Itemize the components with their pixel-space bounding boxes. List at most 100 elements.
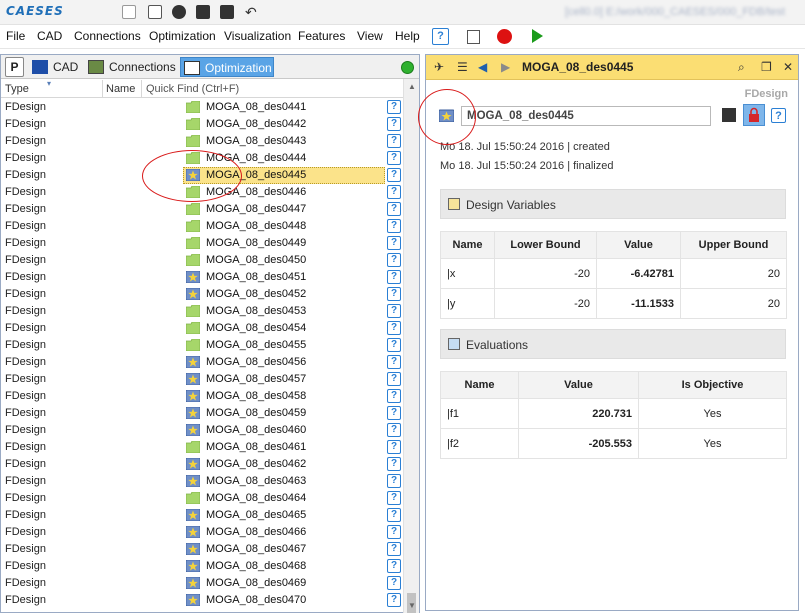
- undo-icon[interactable]: ↶: [245, 5, 259, 19]
- row-help-icon[interactable]: ?: [387, 440, 401, 454]
- list-item[interactable]: FDesign MOGA_08_des0458?: [1, 388, 403, 405]
- run-icon[interactable]: [532, 29, 543, 43]
- column-divider[interactable]: [141, 80, 142, 98]
- list-item[interactable]: FDesign MOGA_08_des0459?: [1, 405, 403, 422]
- row-help-icon[interactable]: ?: [387, 576, 401, 590]
- list-item[interactable]: FDesign MOGA_08_des0468?: [1, 558, 403, 575]
- row-help-icon[interactable]: ?: [387, 423, 401, 437]
- scroll-down-icon[interactable]: ▼: [408, 601, 416, 610]
- list-item[interactable]: FDesign MOGA_08_des0457?: [1, 371, 403, 388]
- pin-icon[interactable]: ✈: [434, 60, 444, 74]
- menu-optimization[interactable]: Optimization: [149, 29, 216, 43]
- row-help-icon[interactable]: ?: [387, 457, 401, 471]
- row-help-icon[interactable]: ?: [387, 542, 401, 556]
- list-item[interactable]: FDesign MOGA_08_des0441?: [1, 99, 403, 116]
- table-row[interactable]: |f2 -205.553 Yes: [440, 428, 787, 459]
- row-help-icon[interactable]: ?: [387, 406, 401, 420]
- list-item[interactable]: FDesign MOGA_08_des0453?: [1, 303, 403, 320]
- menu-help[interactable]: Help: [395, 29, 420, 43]
- list-item[interactable]: FDesign MOGA_08_des0452?: [1, 286, 403, 303]
- row-help-icon[interactable]: ?: [387, 559, 401, 573]
- save-icon[interactable]: [722, 108, 736, 122]
- close-icon[interactable]: ✕: [783, 60, 793, 74]
- tab-optimization[interactable]: Optimization: [180, 57, 274, 77]
- list-item[interactable]: FDesign MOGA_08_des0462?: [1, 456, 403, 473]
- help-icon[interactable]: ?: [432, 28, 449, 45]
- list-item[interactable]: FDesign MOGA_08_des0450?: [1, 252, 403, 269]
- stop-icon[interactable]: [497, 29, 512, 44]
- menu-features[interactable]: Features: [298, 29, 345, 43]
- row-help-icon[interactable]: ?: [387, 389, 401, 403]
- evaluations-section[interactable]: Evaluations: [440, 329, 786, 359]
- forward-icon[interactable]: ▶: [501, 60, 510, 74]
- list-item[interactable]: FDesign MOGA_08_des0466?: [1, 524, 403, 541]
- row-help-icon[interactable]: ?: [387, 474, 401, 488]
- quick-find[interactable]: Quick Find (Ctrl+F): [146, 83, 239, 95]
- menu-view[interactable]: View: [357, 29, 383, 43]
- row-help-icon[interactable]: ?: [387, 355, 401, 369]
- copy-icon[interactable]: [467, 30, 480, 44]
- row-help-icon[interactable]: ?: [387, 593, 401, 607]
- col-type[interactable]: Type: [5, 83, 29, 95]
- list-item[interactable]: FDesign MOGA_08_des0447?: [1, 201, 403, 218]
- design-name-input[interactable]: [461, 106, 711, 126]
- row-help-icon[interactable]: ?: [387, 168, 401, 182]
- list-item[interactable]: FDesign MOGA_08_des0470?: [1, 592, 403, 609]
- lock-button[interactable]: [743, 104, 765, 126]
- list-item[interactable]: FDesign MOGA_08_des0444?: [1, 150, 403, 167]
- row-help-icon[interactable]: ?: [387, 219, 401, 233]
- list-item[interactable]: FDesign MOGA_08_des0467?: [1, 541, 403, 558]
- list-item[interactable]: FDesign MOGA_08_des0455?: [1, 337, 403, 354]
- row-help-icon[interactable]: ?: [387, 202, 401, 216]
- tab-p[interactable]: P: [5, 57, 24, 77]
- scroll-up-icon[interactable]: ▲: [408, 82, 416, 91]
- list-item[interactable]: FDesign MOGA_08_des0465?: [1, 507, 403, 524]
- table-row[interactable]: |x -20 -6.42781 20: [440, 258, 787, 289]
- menu-connections[interactable]: Connections: [74, 29, 141, 43]
- list-item[interactable]: FDesign MOGA_08_des0460?: [1, 422, 403, 439]
- menu-file[interactable]: File: [6, 29, 25, 43]
- search-icon[interactable]: ⌕: [738, 60, 745, 75]
- list-item[interactable]: FDesign MOGA_08_des0451?: [1, 269, 403, 286]
- list-item[interactable]: FDesign MOGA_08_des0449?: [1, 235, 403, 252]
- row-help-icon[interactable]: ?: [387, 270, 401, 284]
- row-help-icon[interactable]: ?: [387, 253, 401, 267]
- column-divider[interactable]: [102, 80, 103, 98]
- refresh-icon[interactable]: [401, 61, 414, 74]
- new-window-icon[interactable]: [148, 5, 162, 19]
- list-item[interactable]: FDesign MOGA_08_des0448?: [1, 218, 403, 235]
- col-name[interactable]: Name: [106, 83, 135, 95]
- row-help-icon[interactable]: ?: [387, 287, 401, 301]
- row-help-icon[interactable]: ?: [387, 304, 401, 318]
- menu-visualization[interactable]: Visualization: [224, 29, 291, 43]
- row-help-icon[interactable]: ?: [387, 321, 401, 335]
- row-help-icon[interactable]: ?: [387, 491, 401, 505]
- row-help-icon[interactable]: ?: [387, 117, 401, 131]
- section-collapse-icon[interactable]: [448, 338, 460, 350]
- design-variables-section[interactable]: Design Variables: [440, 189, 786, 219]
- table-row[interactable]: |y -20 -11.1533 20: [440, 288, 787, 319]
- close-project-icon[interactable]: [172, 5, 186, 19]
- back-icon[interactable]: ◀: [478, 60, 487, 74]
- detach-icon[interactable]: ❐: [761, 60, 772, 74]
- list-item[interactable]: FDesign MOGA_08_des0446?: [1, 184, 403, 201]
- tab-connections[interactable]: Connections: [85, 57, 177, 77]
- list-item[interactable]: FDesign MOGA_08_des0445?: [1, 167, 403, 184]
- row-help-icon[interactable]: ?: [387, 372, 401, 386]
- save-icon[interactable]: [196, 5, 210, 19]
- list-item[interactable]: FDesign MOGA_08_des0454?: [1, 320, 403, 337]
- row-help-icon[interactable]: ?: [387, 525, 401, 539]
- row-help-icon[interactable]: ?: [387, 100, 401, 114]
- row-help-icon[interactable]: ?: [387, 508, 401, 522]
- list-item[interactable]: FDesign MOGA_08_des0469?: [1, 575, 403, 592]
- row-help-icon[interactable]: ?: [387, 151, 401, 165]
- tab-cad[interactable]: CAD: [29, 57, 81, 77]
- help-icon[interactable]: ?: [771, 108, 786, 123]
- list-item[interactable]: FDesign MOGA_08_des0443?: [1, 133, 403, 150]
- row-help-icon[interactable]: ?: [387, 134, 401, 148]
- section-collapse-icon[interactable]: [448, 198, 460, 210]
- save-as-icon[interactable]: [220, 5, 234, 19]
- vertical-scrollbar[interactable]: ▲ ▼: [403, 79, 419, 613]
- panel-toggle-icon[interactable]: [122, 5, 136, 19]
- menu-cad[interactable]: CAD: [37, 29, 62, 43]
